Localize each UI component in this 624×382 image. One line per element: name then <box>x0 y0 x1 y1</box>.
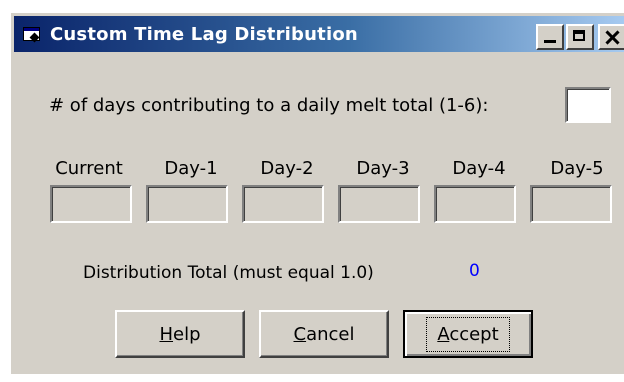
close-button[interactable] <box>598 24 624 50</box>
day-4-weight-field[interactable] <box>434 185 516 223</box>
column-label-day-4: Day-4 <box>452 158 506 179</box>
accept-button[interactable]: Accept <box>403 310 533 358</box>
dialog-window: Custom Time Lag Distribution # of days c… <box>10 12 624 374</box>
day-3-weight-field[interactable] <box>338 185 420 223</box>
distribution-total-label: Distribution Total (must equal 1.0) <box>83 263 374 283</box>
title-bar[interactable]: Custom Time Lag Distribution <box>14 16 624 52</box>
window-title: Custom Time Lag Distribution <box>50 23 358 45</box>
minimize-button[interactable] <box>536 24 564 50</box>
day-5-weight-field[interactable] <box>530 185 612 223</box>
days-count-input[interactable] <box>565 87 611 123</box>
application-icon[interactable] <box>22 26 40 43</box>
current-weight-field[interactable] <box>50 185 132 223</box>
window-controls <box>534 24 624 50</box>
column-label-day-2: Day-2 <box>260 158 314 179</box>
help-button-label: Help <box>159 323 201 345</box>
days-contributing-label: # of days contributing to a daily melt t… <box>49 95 489 116</box>
cancel-button-label: Cancel <box>293 323 355 345</box>
maximize-button[interactable] <box>566 24 594 50</box>
help-button[interactable]: Help <box>115 310 245 358</box>
accept-button-label: Accept <box>426 316 510 352</box>
column-label-day-3: Day-3 <box>356 158 410 179</box>
distribution-total-value: 0 <box>469 261 480 281</box>
column-label-day-1: Day-1 <box>164 158 218 179</box>
column-label-day-5: Day-5 <box>550 158 604 179</box>
column-label-current: Current <box>55 158 123 179</box>
day-1-weight-field[interactable] <box>146 185 228 223</box>
day-2-weight-field[interactable] <box>242 185 324 223</box>
cancel-button[interactable]: Cancel <box>259 310 389 358</box>
